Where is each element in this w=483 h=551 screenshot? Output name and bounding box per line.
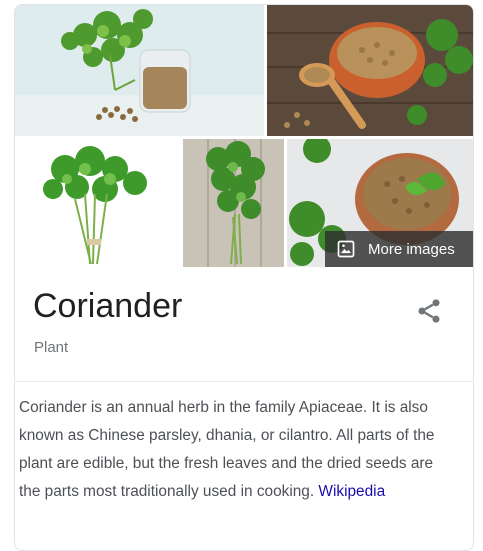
image-icon [337,240,355,258]
more-images-button[interactable]: More images [325,231,473,267]
entity-description: Coriander is an annual herb in the famil… [19,394,444,506]
more-images-label: More images [368,240,455,258]
panel-header: Coriander Plant [15,267,473,382]
wikipedia-link[interactable]: Wikipedia [318,483,385,500]
gallery-image-seeds-bowl[interactable] [267,5,473,136]
entity-subtitle: Plant [34,339,69,356]
entity-title: Coriander [33,287,183,325]
gallery-image-bunch-white[interactable] [15,139,180,267]
gallery-image-sprig-jar[interactable] [15,5,264,136]
gallery-image-bunch-wood[interactable] [183,139,284,267]
share-icon[interactable] [415,297,443,325]
